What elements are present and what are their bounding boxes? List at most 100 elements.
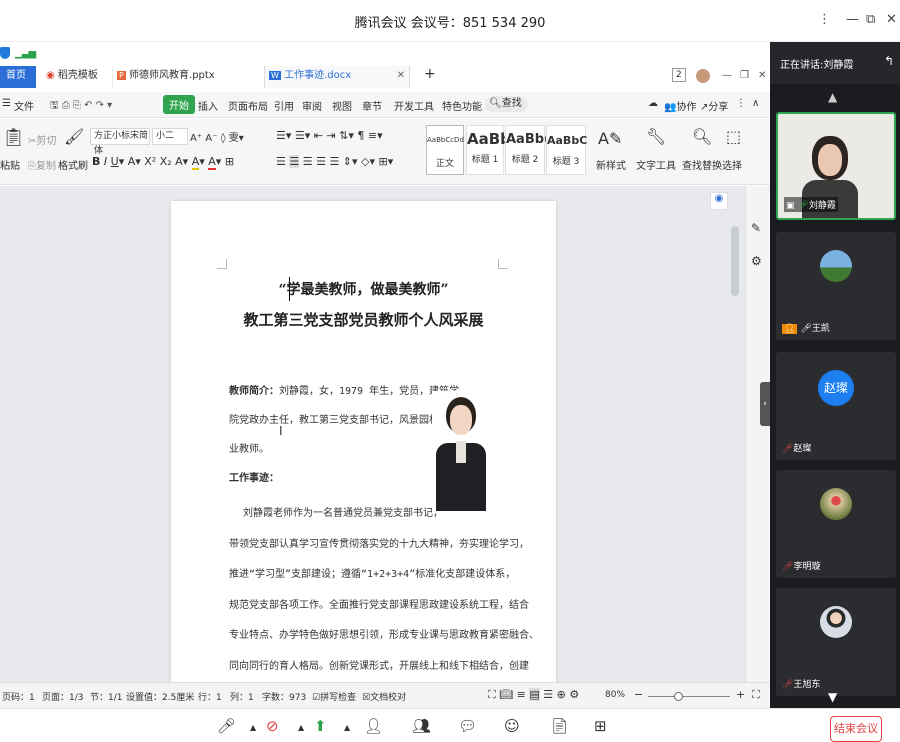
tab-label: 工作事迹.docx [284,70,352,81]
menu-developer[interactable]: 开发工具 [394,98,434,113]
menu-insert[interactable]: 插入 [198,98,218,113]
menu-review[interactable]: 审阅 [302,98,322,113]
tab-count-badge[interactable]: 2 [672,68,686,82]
list-buttons[interactable]: ☰▾ ☰▾ ⇤ ⇥ ⇅▾ ¶ ≡▾ [276,129,383,142]
sync-icon[interactable]: ☁ [648,98,658,109]
participant-tile-2[interactable]: 👤︎ 🎤︎王凯 [776,232,896,340]
format-painter-icon[interactable]: 🖌︎ [64,127,84,146]
text-tool-icon[interactable]: 🔧︎ [646,127,666,146]
camera-options-caret[interactable]: ▲ [298,723,304,732]
close-tab-icon[interactable]: ✕ [397,66,405,86]
style-heading-3[interactable]: AaBbC 标题 3 [546,125,587,175]
select-icon[interactable]: ⬚ [726,127,741,146]
select-button[interactable]: 选择 [722,157,742,172]
doc-proof-button[interactable]: ☒文档校对 [362,690,406,703]
menu-icon[interactable]: ☰ [2,98,11,109]
new-style-button[interactable]: 新样式 [596,157,626,172]
menu-view[interactable]: 视图 [332,98,352,113]
quick-access-icons[interactable]: 🖫 ⎙ ⎘ ↶ ↷ ▾ [50,98,112,115]
menu-reference[interactable]: 引用 [274,98,294,113]
minimize-icon[interactable]: — [718,66,732,88]
location-pin-icon[interactable]: ◉ [710,192,728,210]
menu-start[interactable]: 开始 [163,95,195,114]
paste-icon[interactable]: 📋︎ [2,127,25,148]
style-heading-1[interactable]: AaBb 标题 1 [466,125,511,175]
collab-button[interactable]: 👥协作 [664,98,696,113]
participant-tile-4[interactable]: 🎤︎李明璇 [776,470,896,578]
font-size-buttons[interactable]: A⁺ A⁻ ◊ 雯▾ [190,129,244,144]
zoom-slider-thumb[interactable] [674,692,683,701]
tab-docx-active[interactable]: W 工作事迹.docx ✕ [264,66,410,88]
font-size-select[interactable]: 小二 [152,128,188,145]
close-icon[interactable]: ✕ [754,66,766,88]
menu-special[interactable]: 特色功能 [442,98,482,113]
scroll-down-icon[interactable]: ▼ [828,690,837,704]
copy-button[interactable]: ⎘复制 [28,157,56,172]
pin-icon[interactable]: ↰ [884,54,894,68]
tab-label: 师德师风教育.pptx [129,70,215,81]
more-icon[interactable]: ⋮ [736,98,746,109]
user-avatar[interactable] [696,69,710,83]
tab-docer-templates[interactable]: ◉ 稻壳模板 [42,66,108,88]
text-tool-button[interactable]: 文字工具 [636,157,676,172]
avatar [820,488,852,520]
microphone-icon[interactable]: 🎤︎ [217,717,236,735]
zoom-slider[interactable] [648,696,730,697]
new-tab-button[interactable]: + [420,64,436,86]
document-icon[interactable]: 📄︎ [550,717,569,735]
collapse-ribbon-icon[interactable]: ∧ [752,98,759,109]
margin-mark-left [217,259,227,269]
panel-collapse-handle[interactable]: › [760,382,770,426]
screen-share-icon[interactable]: ⬆ [314,717,327,735]
style-heading-2[interactable]: AaBb(标题 2 [505,125,550,175]
word-icon: W [269,71,281,80]
new-style-icon[interactable]: A✎ [598,129,622,148]
share-options-caret[interactable]: ▲ [344,723,350,732]
format-painter-button[interactable]: 格式刷 [58,157,88,172]
find-replace-icon[interactable]: 🔍︎ [692,127,712,146]
chat-icon[interactable]: 💬︎ [458,717,477,735]
zoom-in-button[interactable]: + [736,688,745,701]
reaction-icon[interactable]: ☺ [504,717,520,735]
document-canvas[interactable]: “学最美教师，做最美教师” 教工第三党支部党员教师个人风采展 教师简介：刘静霞，… [0,186,770,682]
fit-page-icon[interactable]: ⛶ [752,688,760,702]
scroll-up-icon[interactable]: ▲ [828,90,837,104]
security-icon[interactable]: 👤︎ [364,717,383,735]
vertical-scrollbar[interactable] [731,226,739,296]
restore-icon[interactable]: ❐ [736,66,749,88]
close-button[interactable]: ✕ [886,12,897,27]
spell-check-toggle[interactable]: ☑拼写检查 [312,690,356,703]
participant-tile-5[interactable]: 🎤︎王旭东 [776,588,896,696]
find-replace-button[interactable]: 查找替换 [682,157,722,172]
tab-home[interactable]: 首页 [0,66,36,88]
document-page[interactable]: “学最美教师，做最美教师” 教工第三党支部党员教师个人风采展 教师简介：刘静霞，… [171,201,556,682]
minimize-button[interactable]: — [846,12,859,27]
menu-file[interactable]: 文件 [14,98,34,113]
share-button[interactable]: ↗分享 [700,98,728,113]
camera-off-icon[interactable]: ⊘ [266,717,279,735]
font-format-buttons[interactable]: B I U▾ A▾ X² X₂ A▾ A▾ A▾ ⊞ [92,155,234,170]
restore-button[interactable]: ⧉ [866,12,875,27]
paste-button[interactable]: 粘贴 [0,157,20,172]
teacher-photo[interactable] [432,391,490,511]
apps-icon[interactable]: ⊞ [594,717,607,735]
menu-page-layout[interactable]: 页面布局 [228,98,268,113]
menu-chapter[interactable]: 章节 [362,98,382,113]
font-name-select[interactable]: 方正小标宋简体 [90,128,150,156]
style-normal[interactable]: AaBbCcDd 正文 [426,125,464,175]
end-meeting-button[interactable]: 结束会议 [830,716,882,742]
cut-button[interactable]: ✂剪切 [28,132,56,147]
tab-pptx[interactable]: P 师德师风教育.pptx [112,66,262,88]
align-buttons[interactable]: ☰ ☰ ☰ ☰ ☰ ⇕▾ ◇▾ ⊞▾ [276,155,393,168]
info-icon[interactable]: ⋮ [818,12,831,27]
participants-icon[interactable]: 👥︎ [412,717,431,735]
mic-options-caret[interactable]: ▲ [250,723,256,732]
settings-icon[interactable]: ⚙ [751,254,762,268]
edit-icon[interactable]: ✎ [751,221,761,235]
zoom-level[interactable]: 80% [605,690,625,700]
participant-tile-1[interactable]: ▣ 🎤︎刘静霞 [776,112,896,220]
search-box[interactable]: 🔍︎查找 [485,96,528,112]
view-mode-icons[interactable]: ⛶ 📖︎ ≡ ▤ ☰ ⊕ ⚙ [488,688,579,702]
participant-tile-3[interactable]: 赵璨 🎤︎赵璨 [776,352,896,460]
zoom-out-button[interactable]: − [634,688,643,701]
